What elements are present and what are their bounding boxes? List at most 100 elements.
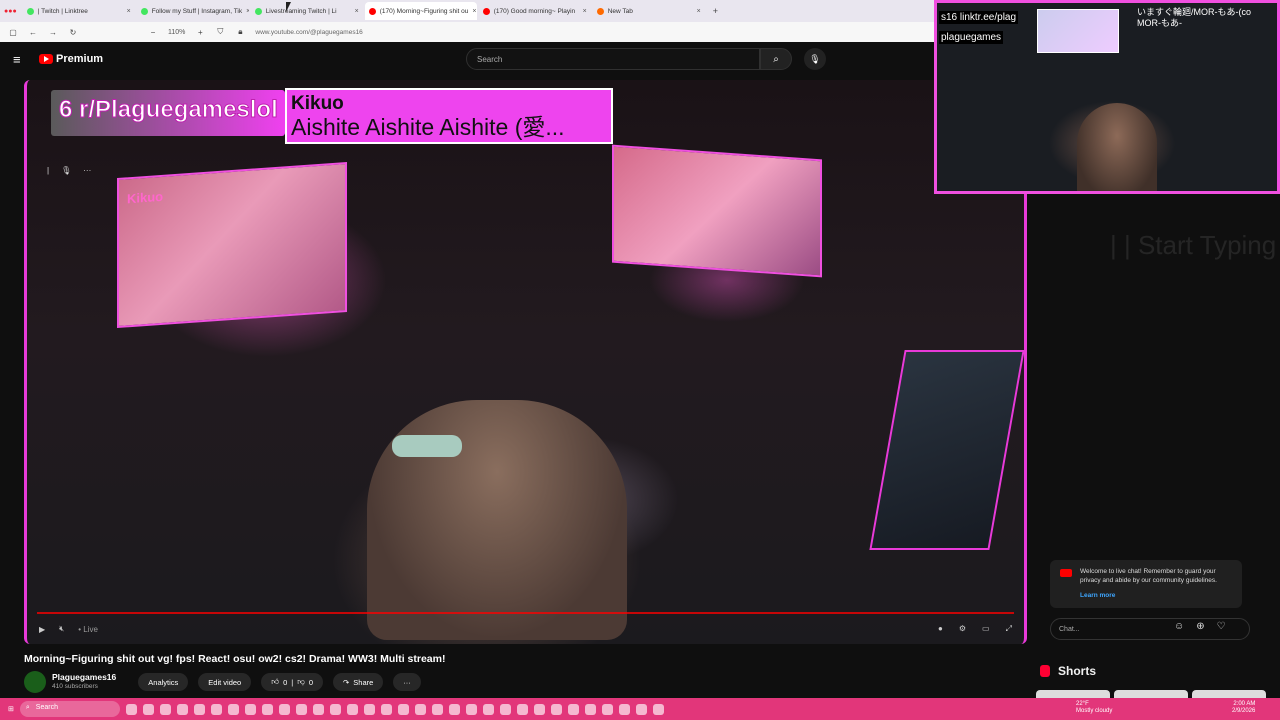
miniplayer-icon[interactable]: ▭	[982, 624, 990, 634]
autoplay-icon[interactable]: ●	[938, 624, 943, 634]
search-icon: ⌕	[25, 704, 30, 711]
youtube-icon	[1060, 569, 1072, 577]
search-input[interactable]: Search	[466, 48, 760, 70]
like-icon[interactable]: 👍︎	[271, 677, 279, 687]
dislike-icon[interactable]: 👎︎	[297, 677, 305, 687]
taskbar-app-icon[interactable]	[142, 703, 154, 715]
add-icon[interactable]: ⊕	[1196, 621, 1204, 632]
search-button[interactable]: ⌕	[760, 48, 792, 70]
close-tab-icon[interactable]: ×	[246, 8, 249, 15]
browser-tab[interactable]: (170) Good morning~ Playin ×	[479, 2, 591, 20]
taskbar-app-icon[interactable]	[465, 703, 477, 715]
learn-more-link[interactable]: Learn more	[1080, 591, 1234, 600]
video-player[interactable]: Kikuo 6 r/Plaguegameslol Kikuo Aishite A…	[24, 80, 1027, 644]
tab-favicon-icon	[482, 7, 490, 15]
mute-icon[interactable]: 🔇︎	[59, 624, 64, 634]
streamer-headband	[392, 435, 462, 457]
close-tab-icon[interactable]: ×	[127, 8, 131, 15]
emoji-icon[interactable]: ☺	[1174, 621, 1184, 632]
taskbar-app-icon[interactable]	[176, 703, 188, 715]
taskbar-app-icon[interactable]	[397, 703, 409, 715]
settings-icon[interactable]: ⚙	[959, 624, 966, 634]
taskbar-app-icon[interactable]	[550, 703, 562, 715]
close-tab-icon[interactable]: ×	[355, 8, 359, 15]
zoom-in-icon[interactable]: +	[195, 28, 205, 37]
clock-date: 2/9/2026	[1232, 708, 1256, 714]
taskbar-app-icon[interactable]	[193, 703, 205, 715]
mic-icon: 🎙︎	[809, 53, 821, 64]
taskbar-app-icon[interactable]	[295, 703, 307, 715]
taskbar-app-icon[interactable]	[380, 703, 392, 715]
taskbar-app-icon[interactable]	[244, 703, 256, 715]
cam-channel-label: plaguegames	[939, 31, 1004, 44]
browser-tab[interactable]: (170) Morning~Figuring shit ou ×	[364, 2, 477, 20]
taskbar-app-icon[interactable]	[210, 703, 222, 715]
taskbar-app-icon[interactable]	[431, 703, 443, 715]
voice-search-button[interactable]: 🎙︎	[804, 48, 826, 70]
taskbar-app-icon[interactable]	[482, 703, 494, 715]
zoom-out-icon[interactable]: −	[148, 28, 158, 37]
close-tab-icon[interactable]: ×	[697, 8, 701, 15]
share-button[interactable]: ↷ Share	[332, 673, 384, 691]
fullscreen-icon[interactable]: ⤢	[1006, 624, 1012, 634]
heart-icon[interactable]: ♡	[1217, 621, 1226, 632]
taskbar-app-icon[interactable]	[363, 703, 375, 715]
browser-tab[interactable]: Livestreaming Twitch | Li ×	[251, 2, 363, 20]
taskbar-app-icon[interactable]	[159, 703, 171, 715]
analytics-button[interactable]: Analytics	[138, 673, 189, 691]
menu-icon[interactable]: ≡	[13, 52, 25, 67]
taskbar-app-icon[interactable]	[601, 703, 613, 715]
edit-video-button[interactable]: Edit video	[198, 673, 252, 691]
lock-icon[interactable]: 🔒︎	[235, 27, 245, 37]
windows-start-icon[interactable]: ⊞	[8, 705, 14, 713]
more-actions-button[interactable]: ···	[393, 673, 421, 691]
share-label: Share	[353, 677, 374, 687]
taskbar-app-icon[interactable]	[516, 703, 528, 715]
window-dots-icon: ●●●	[4, 7, 17, 15]
taskbar-app-icon[interactable]	[414, 703, 426, 715]
avatar[interactable]	[24, 671, 46, 693]
browser-tab[interactable]: New Tab ×	[593, 2, 705, 20]
taskbar-app-icon[interactable]	[261, 703, 273, 715]
now-playing-overlay: Kikuo Aishite Aishite Aishite (愛...	[285, 88, 613, 144]
address-bar[interactable]: www.youtube.com/@plaguegames16	[255, 29, 362, 36]
cam-streamer	[1077, 103, 1157, 191]
browser-tab[interactable]: Follow my Stuff | Instagram, Tik ×	[137, 2, 249, 20]
taskbar-app-icon[interactable]	[125, 703, 137, 715]
taskbar-app-icon[interactable]	[227, 703, 239, 715]
sidebar-toggle-icon[interactable]: ▢	[8, 28, 18, 37]
play-icon[interactable]: ▶	[39, 625, 45, 634]
taskbar-app-icon[interactable]	[329, 703, 341, 715]
taskbar-app-icon[interactable]	[448, 703, 460, 715]
channel-info[interactable]: Plaguegames16 410 subscribers	[52, 672, 116, 692]
taskbar-clock[interactable]: 2:00 AM 2/9/2026	[1232, 701, 1255, 715]
channel-name[interactable]: Plaguegames16	[52, 672, 116, 682]
taskbar-search[interactable]: ⌕ Search	[19, 701, 120, 717]
taskbar-app-icon[interactable]	[499, 703, 511, 715]
taskbar-app-icon[interactable]	[312, 703, 324, 715]
taskbar-app-icon[interactable]	[533, 703, 545, 715]
back-icon[interactable]: ←	[28, 28, 38, 37]
video-title: Morning~Figuring shit out vg! fps! React…	[24, 653, 446, 665]
like-dislike-button[interactable]: 👍︎ 0 | 👎︎ 0	[261, 673, 323, 691]
taskbar-app-icon[interactable]	[346, 703, 358, 715]
taskbar-app-icon[interactable]	[618, 703, 630, 715]
taskbar-app-icon[interactable]	[278, 703, 290, 715]
taskbar-app-icon[interactable]	[635, 703, 647, 715]
taskbar-weather[interactable]: 22°F Mostly cloudy	[1076, 701, 1112, 715]
close-tab-icon[interactable]: ×	[472, 8, 476, 15]
shield-icon[interactable]: ⛉	[215, 27, 225, 37]
tab-favicon-icon	[596, 7, 604, 15]
live-badge[interactable]: • Live	[78, 625, 98, 634]
forward-icon[interactable]: →	[48, 28, 58, 37]
browser-tab[interactable]: | Twitch | Linktree ×	[23, 2, 135, 20]
youtube-logo[interactable]: Premium	[39, 53, 103, 65]
taskbar-app-icon[interactable]	[584, 703, 596, 715]
mouse-cursor-icon	[286, 2, 291, 12]
taskbar-app-icon[interactable]	[652, 703, 664, 715]
close-tab-icon[interactable]: ×	[583, 8, 587, 15]
new-tab-button[interactable]: +	[707, 6, 724, 16]
taskbar-app-icon[interactable]	[567, 703, 579, 715]
reload-icon[interactable]: ↻	[68, 28, 78, 37]
cam-song-line1: いますぐ輪廻/MOR-もあ-(co	[1137, 7, 1251, 17]
